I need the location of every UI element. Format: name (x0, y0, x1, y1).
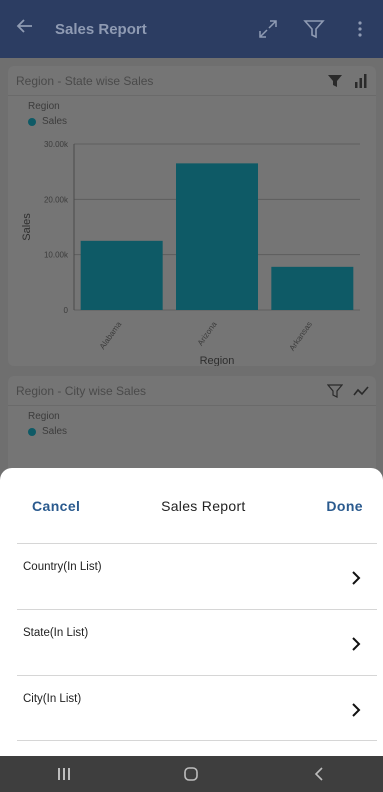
legend-item[interactable]: Sales (8, 112, 376, 127)
bar (271, 266, 354, 310)
system-nav-bar (0, 756, 383, 792)
app-bar: Sales Report (0, 0, 383, 58)
x-tick-label: Arkansas (287, 320, 314, 352)
chevron-right-icon (351, 637, 361, 656)
line-chart-icon[interactable] (350, 380, 372, 402)
home-icon[interactable] (161, 756, 221, 792)
filter-row-country[interactable]: Country(In List) (17, 543, 377, 609)
y-axis-label: Sales (21, 213, 33, 241)
sheet-header: Cancel Sales Report Done (0, 468, 383, 543)
x-tick-label: Alabama (98, 320, 124, 351)
bar (176, 163, 258, 310)
card-header: Region - State wise Sales (8, 66, 376, 96)
done-button[interactable]: Done (326, 498, 363, 514)
y-tick-label: 20.00k (44, 195, 69, 204)
y-tick-label: 0 (64, 306, 69, 315)
card-title: Region - City wise Sales (16, 383, 147, 398)
sheet-title: Sales Report (161, 497, 246, 514)
filter-outline-icon[interactable] (324, 380, 346, 402)
legend-dot-icon (28, 117, 36, 126)
filter-label: State(In List) (23, 627, 89, 639)
legend-label: Sales (42, 116, 68, 127)
dashboard-content: Region - State wise Sales Region Sales 0… (0, 58, 383, 528)
card-title: Region - State wise Sales (16, 73, 154, 88)
legend-title: Region (28, 411, 60, 422)
filter-label: City(In List) (23, 693, 82, 705)
state-sales-card: Region - State wise Sales Region Sales 0… (8, 66, 376, 366)
card-header: Region - City wise Sales (8, 376, 376, 406)
x-axis-label: Region (200, 355, 235, 366)
back-icon[interactable] (289, 756, 349, 792)
filter-row-city[interactable]: City(In List) (17, 675, 377, 741)
x-tick-label: Arizona (196, 320, 219, 348)
app-title: Sales Report (55, 20, 147, 38)
state-sales-bar-chart: 0 10.00k 20.00k 30.00k Sales Alabama Arizona Ar… (21, 140, 360, 366)
more-options-icon[interactable] (337, 20, 383, 38)
expand-icon[interactable] (245, 18, 291, 40)
legend-dot-icon (28, 427, 36, 436)
filter-row-state[interactable]: State(In List) (17, 609, 377, 675)
legend-title: Region (28, 101, 60, 112)
recent-apps-icon[interactable] (34, 756, 94, 792)
chevron-right-icon (351, 703, 361, 722)
filter-icon[interactable] (291, 18, 337, 40)
y-tick-label: 30.00k (44, 140, 69, 149)
bar (80, 240, 163, 310)
legend-item[interactable]: Sales (8, 422, 376, 437)
chevron-right-icon (351, 571, 361, 590)
filter-bottom-sheet: Cancel Sales Report Done Country(In List… (0, 468, 383, 756)
bar-chart-icon[interactable] (350, 70, 372, 92)
y-tick-label: 10.00k (44, 251, 69, 260)
filter-filled-icon[interactable] (324, 70, 346, 92)
back-arrow-icon[interactable] (0, 17, 50, 41)
filter-label: Country(In List) (23, 561, 102, 573)
legend-label: Sales (42, 426, 68, 437)
filter-list: Country(In List) State(In List) City(In … (17, 543, 377, 741)
cancel-button[interactable]: Cancel (32, 498, 80, 514)
